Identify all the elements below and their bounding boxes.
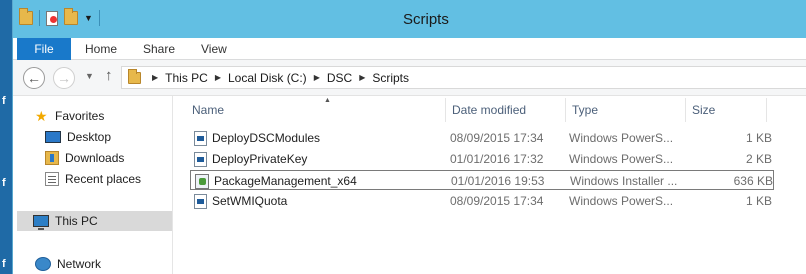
chevron-right-icon[interactable]: ▶ <box>359 73 365 82</box>
file-row[interactable]: SetWMIQuota 08/09/2015 17:34 Windows Pow… <box>190 191 774 211</box>
desktop-icon <box>45 131 61 143</box>
chevron-right-icon[interactable]: ▶ <box>215 73 221 82</box>
recent-places-icon <box>45 172 59 186</box>
desktop-mark: f <box>2 177 6 189</box>
file-size: 636 KB <box>733 174 773 188</box>
address-bar[interactable]: ▶ This PC ▶ Local Disk (C:) ▶ DSC ▶ Scri… <box>121 66 806 89</box>
desktop-mark: f <box>2 258 6 270</box>
nav-item-downloads[interactable]: Downloads <box>45 148 124 168</box>
recent-locations-icon[interactable]: ▼ <box>85 71 94 81</box>
star-icon: ★ <box>35 108 48 124</box>
file-name-cell: SetWMIQuota <box>194 191 446 211</box>
file-type: Windows PowerS... <box>569 131 674 145</box>
ribbon-tabs: File Home Share View <box>13 38 806 60</box>
nav-item-label: This PC <box>55 214 98 228</box>
installer-package-icon <box>195 173 209 189</box>
file-date: 01/01/2016 17:32 <box>450 152 544 166</box>
breadcrumb-dsc[interactable]: DSC <box>327 71 352 85</box>
tab-file[interactable]: File <box>17 38 71 60</box>
navigation-bar: ← → ▼ ↑ ▶ This PC ▶ Local Disk (C:) ▶ DS… <box>13 60 806 96</box>
chevron-right-icon[interactable]: ▶ <box>152 73 158 82</box>
file-type: Windows PowerS... <box>569 194 674 208</box>
nav-item-label: Favorites <box>55 109 105 123</box>
breadcrumb-this-pc[interactable]: This PC <box>165 71 208 85</box>
back-button[interactable]: ← <box>23 67 45 89</box>
file-size: 2 KB <box>745 152 772 166</box>
file-row-focused[interactable]: PackageManagement_x64 01/01/2016 19:53 W… <box>190 170 774 190</box>
network-icon <box>35 257 51 271</box>
file-size: 1 KB <box>745 194 772 208</box>
breadcrumb-scripts[interactable]: Scripts <box>372 71 409 85</box>
nav-item-label: Downloads <box>65 151 125 165</box>
chevron-right-icon[interactable]: ▶ <box>314 73 320 82</box>
nav-item-label: Network <box>57 257 102 271</box>
file-row[interactable]: DeployPrivateKey 01/01/2016 17:32 Window… <box>190 149 774 169</box>
nav-item-network[interactable]: Network <box>35 254 101 274</box>
column-header-size[interactable]: Size <box>686 98 767 122</box>
file-name: DeployPrivateKey <box>212 152 308 166</box>
file-name: PackageManagement_x64 <box>214 174 357 188</box>
file-name: DeployDSCModules <box>212 131 321 145</box>
nav-item-recent-places[interactable]: Recent places <box>45 169 141 189</box>
file-row[interactable]: DeployDSCModules 08/09/2015 17:34 Window… <box>190 128 774 148</box>
powershell-script-icon <box>194 151 207 167</box>
column-header-name[interactable]: Name <box>186 98 446 122</box>
file-size: 1 KB <box>745 131 772 145</box>
powershell-script-icon <box>194 193 207 209</box>
window-title: Scripts <box>403 11 449 28</box>
file-date: 08/09/2015 17:34 <box>450 131 544 145</box>
folder-icon <box>128 68 141 84</box>
up-arrow-icon[interactable]: ↑ <box>105 67 113 84</box>
file-date: 08/09/2015 17:34 <box>450 194 544 208</box>
file-name-cell: DeployPrivateKey <box>194 149 446 169</box>
column-header-type[interactable]: Type <box>566 98 686 122</box>
explorer-window: ▼ Scripts File Home Share View ← → ▼ ↑ ▶… <box>12 0 806 274</box>
forward-button[interactable]: → <box>53 67 75 89</box>
desktop-mark: f <box>2 95 6 107</box>
tab-view[interactable]: View <box>201 38 227 60</box>
desktop-edge: f f f <box>0 0 12 274</box>
computer-icon <box>33 215 49 230</box>
title-bar[interactable]: ▼ Scripts <box>13 0 806 38</box>
file-name: SetWMIQuota <box>212 194 288 208</box>
file-list: ▲ Name Date modified Type Size DeployDSC… <box>174 96 806 274</box>
nav-item-favorites[interactable]: ★ Favorites <box>35 106 104 126</box>
file-type: Windows Installer ... <box>570 174 678 188</box>
nav-item-this-pc[interactable]: This PC <box>17 211 172 231</box>
downloads-icon <box>45 151 59 165</box>
navigation-pane: ★ Favorites Desktop Downloads Recent pla… <box>13 96 173 274</box>
nav-item-label: Desktop <box>67 130 112 144</box>
column-header-date[interactable]: Date modified <box>446 98 566 122</box>
breadcrumb-local-disk[interactable]: Local Disk (C:) <box>228 71 307 85</box>
tab-home[interactable]: Home <box>85 38 117 60</box>
file-name-cell: DeployDSCModules <box>194 128 446 148</box>
file-name-cell: PackageManagement_x64 <box>195 171 447 191</box>
file-date: 01/01/2016 19:53 <box>451 174 545 188</box>
nav-item-label: Recent places <box>65 172 142 186</box>
nav-item-desktop[interactable]: Desktop <box>45 127 111 147</box>
file-type: Windows PowerS... <box>569 152 674 166</box>
tab-share[interactable]: Share <box>143 38 175 60</box>
powershell-script-icon <box>194 130 207 146</box>
